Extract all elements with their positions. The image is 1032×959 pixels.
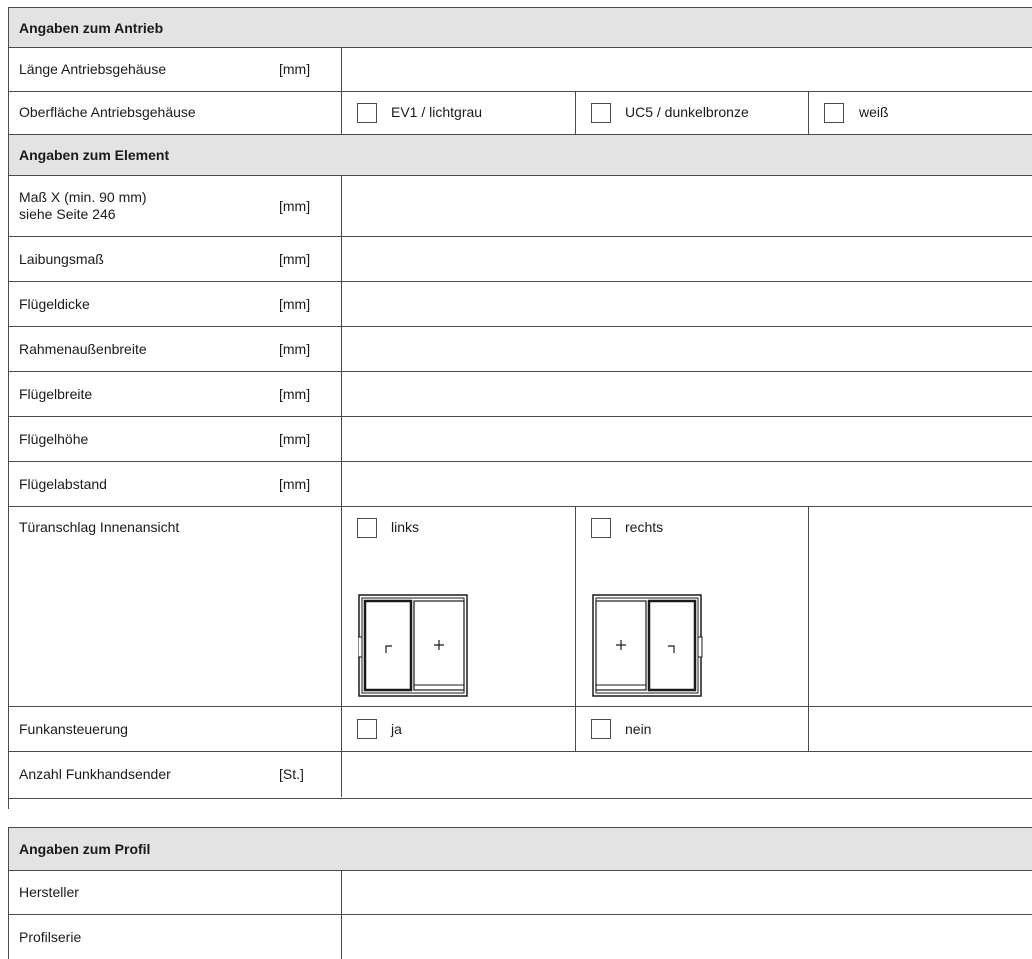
label-hersteller: Hersteller xyxy=(19,884,79,900)
checkbox-links[interactable] xyxy=(357,518,377,538)
option-label-weiss: weiß xyxy=(859,104,889,120)
section-header-element: Angaben zum Element xyxy=(8,134,1032,175)
row-rahmenaussenbreite: Rahmenaußenbreite [mm] xyxy=(8,326,1032,371)
row-anzahl-funkhandsender: Anzahl Funkhandsender [St.] xyxy=(8,751,1032,809)
row-laibungsmass: Laibungsmaß [mm] xyxy=(8,236,1032,281)
row-fluegelabstand: Flügelabstand [mm] xyxy=(8,461,1032,506)
input-fluegeldicke[interactable] xyxy=(342,282,1032,326)
row-fluegelhoehe: Flügelhöhe [mm] xyxy=(8,416,1032,461)
row-laenge-antriebsgehaeuse: Länge Antriebsgehäuse [mm] xyxy=(8,47,1032,91)
label-laibungsmass: Laibungsmaß xyxy=(19,251,104,267)
input-rahmenaussenbreite[interactable] xyxy=(342,327,1032,371)
input-profilserie[interactable] xyxy=(342,915,1032,959)
divider xyxy=(341,92,342,134)
option-label-rechts: rechts xyxy=(625,519,664,535)
row-oberflaeche-antriebsgehaeuse: Oberfläche Antriebsgehäuse EV1 / lichtgr… xyxy=(8,91,1032,134)
unit-anzahl: [St.] xyxy=(279,766,304,782)
section-header-antrieb: Angaben zum Antrieb xyxy=(8,7,1032,47)
unit-laenge: [mm] xyxy=(279,61,311,77)
label-oberflaeche-antriebsgehaeuse: Oberfläche Antriebsgehäuse xyxy=(19,104,196,120)
unit-rahmen: [mm] xyxy=(279,341,311,357)
row-profilserie: Profilserie xyxy=(8,914,1032,959)
checkbox-ev1-lichtgrau[interactable] xyxy=(357,103,377,123)
divider xyxy=(9,798,1032,799)
sliding-door-left-icon xyxy=(358,594,468,697)
input-hersteller[interactable] xyxy=(342,871,1032,914)
section-header-profil: Angaben zum Profil xyxy=(8,827,1032,870)
checkbox-weiss[interactable] xyxy=(824,103,844,123)
label-fluegelabstand: Flügelabstand xyxy=(19,476,107,492)
unit-laibung: [mm] xyxy=(279,251,311,267)
row-fluegelbreite: Flügelbreite [mm] xyxy=(8,371,1032,416)
input-fluegelabstand[interactable] xyxy=(342,462,1032,506)
section-title-antrieb: Angaben zum Antrieb xyxy=(19,19,164,36)
option-label-nein: nein xyxy=(625,721,652,737)
label-fluegelhoehe: Flügelhöhe xyxy=(19,431,89,447)
divider xyxy=(341,507,342,706)
label-anzahl-funkhandsender: Anzahl Funkhandsender xyxy=(19,766,171,782)
checkbox-ja[interactable] xyxy=(357,719,377,739)
input-anzahl-funkhandsender[interactable] xyxy=(342,752,1032,798)
input-mass-x[interactable] xyxy=(342,176,1032,236)
unit-fluegelabstand: [mm] xyxy=(279,476,311,492)
input-fluegelbreite[interactable] xyxy=(342,372,1032,416)
divider xyxy=(808,92,809,134)
input-laibungsmass[interactable] xyxy=(342,237,1032,281)
divider xyxy=(341,707,342,751)
divider xyxy=(808,707,809,751)
row-tueranschlag: Türanschlag Innenansicht links rechts xyxy=(8,506,1032,706)
option-label-ja: ja xyxy=(391,721,402,737)
checkbox-uc5-dunkelbronze[interactable] xyxy=(591,103,611,123)
divider xyxy=(575,707,576,751)
divider xyxy=(575,92,576,134)
divider xyxy=(575,507,576,706)
row-hersteller: Hersteller xyxy=(8,870,1032,914)
option-label-links: links xyxy=(391,519,420,535)
row-funkansteuerung: Funkansteuerung ja nein xyxy=(8,706,1032,751)
checkbox-nein[interactable] xyxy=(591,719,611,739)
label-fluegeldicke: Flügeldicke xyxy=(19,296,90,312)
label-rahmenaussenbreite: Rahmenaußenbreite xyxy=(19,341,147,357)
label-laenge-antriebsgehaeuse: Länge Antriebsgehäuse xyxy=(19,61,167,77)
label-funkansteuerung: Funkansteuerung xyxy=(19,721,128,737)
input-fluegelhoehe[interactable] xyxy=(342,417,1032,461)
input-laenge-antriebsgehaeuse[interactable] xyxy=(342,48,1032,91)
option-label-ev1: EV1 / lichtgrau xyxy=(391,104,483,120)
unit-mass-x: [mm] xyxy=(279,198,311,214)
sliding-door-right-icon xyxy=(592,594,703,697)
section-title-element: Angaben zum Element xyxy=(19,147,170,163)
label-tueranschlag: Türanschlag Innenansicht xyxy=(19,519,180,535)
row-fluegeldicke: Flügeldicke [mm] xyxy=(8,281,1032,326)
label-profilserie: Profilserie xyxy=(19,929,82,945)
label-mass-x-hint: siehe Seite 246 xyxy=(19,206,116,222)
option-label-uc5: UC5 / dunkelbronze xyxy=(625,104,749,120)
divider xyxy=(808,507,809,706)
section-title-profil: Angaben zum Profil xyxy=(19,841,151,857)
label-mass-x: Maß X (min. 90 mm) xyxy=(19,189,147,205)
checkbox-rechts[interactable] xyxy=(591,518,611,538)
unit-fluegelbreite: [mm] xyxy=(279,386,311,402)
label-fluegelbreite: Flügelbreite xyxy=(19,386,93,402)
unit-fluegeldicke: [mm] xyxy=(279,296,311,312)
unit-fluegelhoehe: [mm] xyxy=(279,431,311,447)
row-mass-x: Maß X (min. 90 mm) siehe Seite 246 [mm] xyxy=(8,175,1032,236)
